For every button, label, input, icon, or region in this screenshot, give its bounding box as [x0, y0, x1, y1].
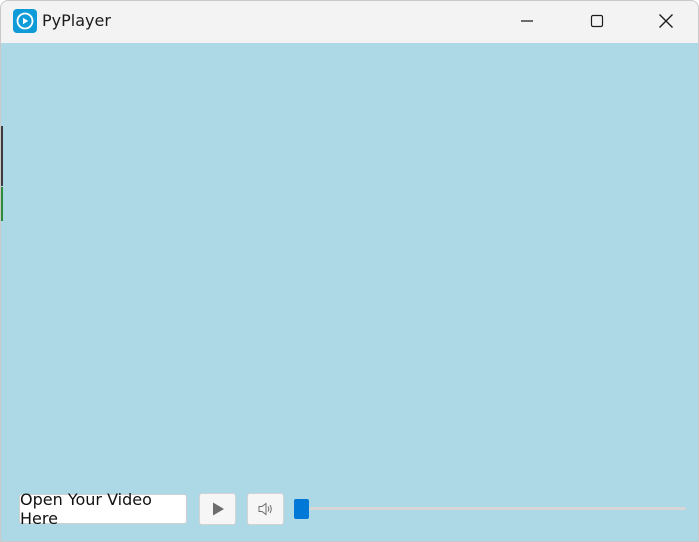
window-title: PyPlayer	[42, 11, 111, 30]
pyplayer-window: PyPlayer Open Your Video Here	[0, 0, 699, 542]
window-edge-shadow	[1, 126, 3, 186]
seek-slider[interactable]	[294, 497, 686, 521]
volume-button[interactable]	[247, 493, 284, 525]
open-video-button[interactable]: Open Your Video Here	[19, 490, 187, 528]
maximize-icon	[590, 14, 604, 28]
maximize-button[interactable]	[562, 1, 632, 41]
close-button[interactable]	[631, 1, 698, 41]
seek-handle[interactable]	[294, 499, 309, 519]
play-icon	[212, 502, 224, 516]
window-edge-accent	[1, 187, 3, 221]
title-bar[interactable]: PyPlayer	[1, 1, 698, 43]
play-button[interactable]	[199, 493, 236, 525]
speaker-icon	[258, 502, 272, 516]
seek-track[interactable]	[294, 507, 686, 510]
open-video-label: Open Your Video Here	[20, 490, 152, 528]
video-display[interactable]	[1, 43, 698, 541]
minimize-button[interactable]	[492, 1, 562, 41]
minimize-icon	[521, 20, 533, 22]
close-icon	[659, 14, 673, 28]
play-circle-icon	[13, 9, 37, 33]
